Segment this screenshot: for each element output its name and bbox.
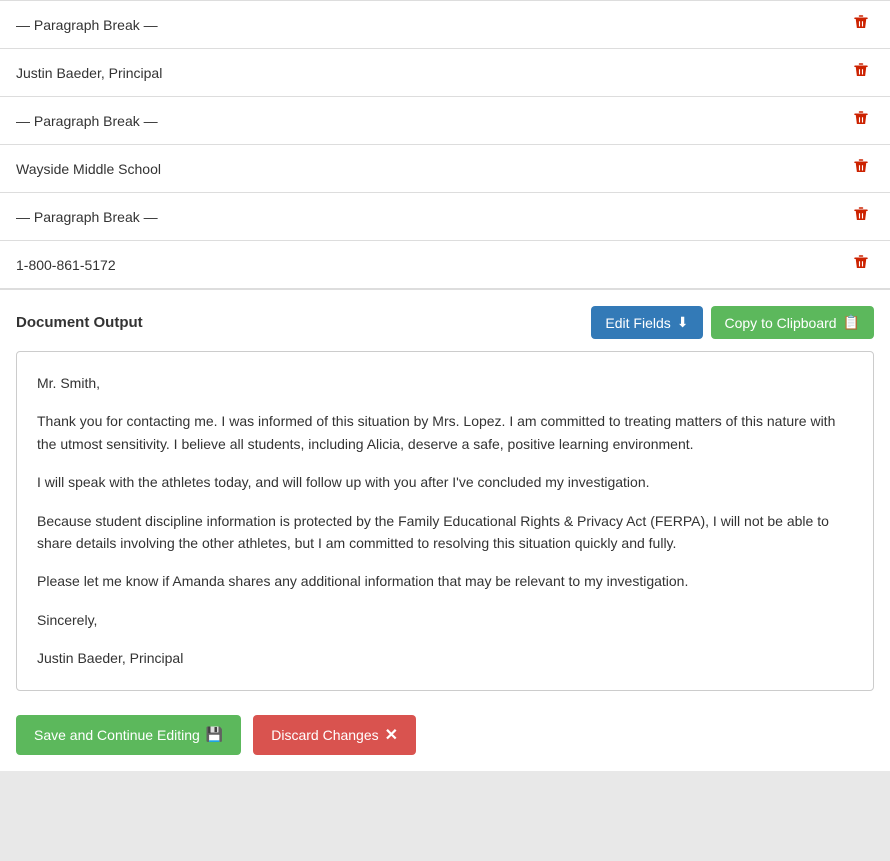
trash-icon xyxy=(852,256,870,275)
delete-item-button[interactable] xyxy=(848,107,874,134)
action-buttons-row: Save and Continue Editing 💾 Discard Chan… xyxy=(0,699,890,771)
document-output-label: Document Output xyxy=(16,314,143,331)
delete-item-button[interactable] xyxy=(848,59,874,86)
trash-icon xyxy=(852,64,870,83)
list-item-text: — Paragraph Break — xyxy=(16,113,158,129)
header-buttons: Edit Fields ⬇ Copy to Clipboard 📋 xyxy=(591,306,874,339)
footer-gray xyxy=(0,771,890,861)
document-output-header: Document Output Edit Fields ⬇ Copy to Cl… xyxy=(16,306,874,339)
list-item-text: Wayside Middle School xyxy=(16,161,161,177)
list-item-text: — Paragraph Break — xyxy=(16,209,158,225)
copy-clipboard-label: Copy to Clipboard xyxy=(725,315,837,331)
list-item-text: — Paragraph Break — xyxy=(16,17,158,33)
clipboard-icon: 📋 xyxy=(843,314,860,331)
main-container: — Paragraph Break — Justin Baeder, Princ… xyxy=(0,0,890,861)
list-item: Wayside Middle School xyxy=(0,145,890,193)
list-item: 1-800-861-5172 xyxy=(0,241,890,289)
trash-icon xyxy=(852,112,870,131)
edit-fields-label: Edit Fields xyxy=(605,315,670,331)
trash-icon xyxy=(852,208,870,227)
list-item-text: 1-800-861-5172 xyxy=(16,257,116,273)
edit-fields-button[interactable]: Edit Fields ⬇ xyxy=(591,306,702,339)
delete-item-button[interactable] xyxy=(848,203,874,230)
save-icon: 💾 xyxy=(206,726,223,743)
edit-fields-icon: ⬇ xyxy=(677,314,689,331)
document-paragraph: I will speak with the athletes today, an… xyxy=(37,471,853,493)
document-output-section: Document Output Edit Fields ⬇ Copy to Cl… xyxy=(0,290,890,699)
document-paragraph: Please let me know if Amanda shares any … xyxy=(37,570,853,592)
list-item: Justin Baeder, Principal xyxy=(0,49,890,97)
list-item-text: Justin Baeder, Principal xyxy=(16,65,162,81)
delete-item-button[interactable] xyxy=(848,155,874,182)
save-label: Save and Continue Editing xyxy=(34,727,200,743)
delete-item-button[interactable] xyxy=(848,11,874,38)
list-area: — Paragraph Break — Justin Baeder, Princ… xyxy=(0,0,890,290)
discard-icon: ✕ xyxy=(385,725,398,745)
discard-changes-button[interactable]: Discard Changes ✕ xyxy=(253,715,416,755)
document-paragraph: Mr. Smith, xyxy=(37,372,853,394)
document-paragraph: Thank you for contacting me. I was infor… xyxy=(37,410,853,455)
copy-clipboard-button[interactable]: Copy to Clipboard 📋 xyxy=(711,306,875,339)
delete-item-button[interactable] xyxy=(848,251,874,278)
discard-label: Discard Changes xyxy=(271,727,378,743)
trash-icon xyxy=(852,160,870,179)
document-paragraph: Justin Baeder, Principal xyxy=(37,647,853,669)
document-paragraph: Sincerely, xyxy=(37,609,853,631)
trash-icon xyxy=(852,16,870,35)
list-item: — Paragraph Break — xyxy=(0,0,890,49)
document-preview: Mr. Smith, Thank you for contacting me. I… xyxy=(16,351,874,691)
document-paragraph: Because student discipline information i… xyxy=(37,510,853,555)
list-item: — Paragraph Break — xyxy=(0,193,890,241)
list-item: — Paragraph Break — xyxy=(0,97,890,145)
save-continue-button[interactable]: Save and Continue Editing 💾 xyxy=(16,715,241,755)
